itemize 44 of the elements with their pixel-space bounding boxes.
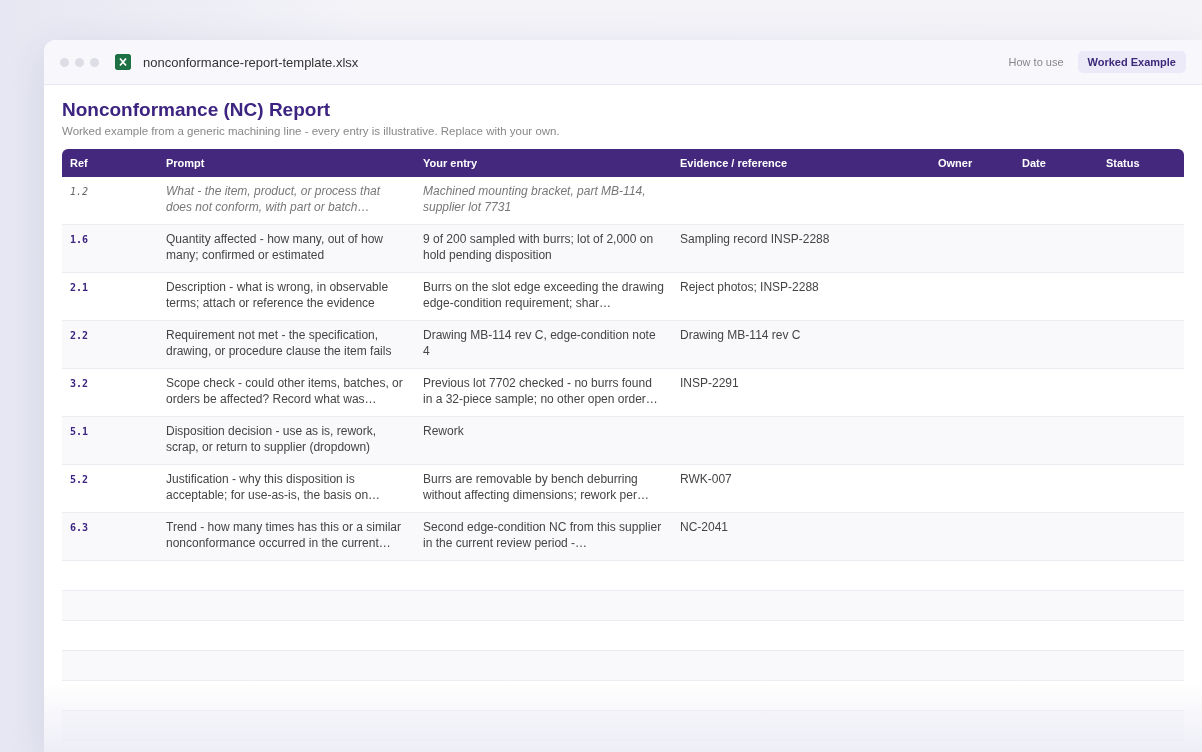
column-header: Status — [1106, 157, 1140, 169]
table-cell: NC-2041 — [680, 520, 729, 534]
table-cell: Disposition decision - use as is, rework, scrap, or return to supplier (dropdown) — [166, 424, 377, 454]
table-cell: Previous lot 7702 checked - no burrs found in a 32-piece sample; no other open order… — [423, 376, 658, 406]
report-title: Nonconformance (NC) Report — [62, 99, 331, 121]
ref-code: 2.1 — [70, 282, 89, 293]
table-cell: Second edge-condition NC from this supplier in the current review period -… — [423, 520, 662, 550]
ref-code: 3.2 — [70, 378, 89, 389]
table-cell: Requirement not met - the specification, drawing, or procedure clause the item fails — [166, 328, 392, 358]
window-title: nonconformance-report-template.xlsx — [143, 54, 359, 70]
table-cell: INSP-2291 — [680, 376, 739, 390]
table-cell: Description - what is wrong, in observable terms; attach or reference the evidence — [166, 280, 389, 310]
column-header: Ref — [70, 157, 88, 169]
ref-code: 5.1 — [70, 426, 89, 437]
window-controls[interactable] — [60, 57, 99, 67]
table-cell: Quantity affected - how many, out of how many; confirmed or estimated — [166, 232, 383, 262]
table-cell: Machined mounting bracket, part MB-114, supplier lot 7731 — [423, 184, 646, 214]
column-header: Prompt — [166, 157, 205, 169]
tab[interactable]: How to use — [998, 51, 1074, 73]
ref-code: 1.2 — [70, 186, 89, 197]
table-cell: Trend - how many times has this or a similar nonconformance occurred in the current… — [166, 520, 401, 550]
ref-code: 2.2 — [70, 330, 89, 341]
table-cell: What - the item, product, or process that does not conform, with part or batch… — [166, 184, 381, 214]
table-cell: Burrs on the slot edge exceeding the drawing edge-condition requirement; shar… — [423, 280, 664, 310]
ref-code: 1.6 — [70, 234, 89, 245]
spreadsheet-icon — [115, 54, 131, 70]
table-cell: Scope check - could other items, batches, or orders be affected? Record what was… — [166, 376, 403, 406]
table-cell: Drawing MB-114 rev C, edge-condition note 4 — [423, 328, 656, 358]
column-header: Owner — [938, 157, 973, 169]
table-cell: RWK-007 — [680, 472, 732, 486]
table-cell: Sampling record INSP-2288 — [680, 232, 830, 246]
ref-code: 5.2 — [70, 474, 89, 485]
column-header: Evidence / reference — [680, 157, 787, 169]
table-cell: Reject photos; INSP-2288 — [680, 280, 819, 294]
table-cell: Burrs are removable by bench deburring without affecting dimensions; rework per… — [423, 472, 649, 502]
table-cell: Rework — [423, 424, 464, 438]
ref-code: 6.3 — [70, 522, 89, 533]
column-header: Your entry — [423, 157, 478, 169]
table-cell: Justification - why this disposition is acceptable; for use-as-is, the basis on… — [166, 472, 381, 502]
table-cell: 9 of 200 sampled with burrs; lot of 2,000 on hold pending disposition — [423, 232, 654, 262]
report-subtitle: Worked example from a generic machining line - every entry is illustrative. Replace with your own. — [62, 125, 561, 137]
column-header: Date — [1022, 157, 1046, 169]
table-cell: Drawing MB-114 rev C — [680, 328, 801, 342]
tab[interactable]: Worked Example — [1077, 51, 1186, 73]
